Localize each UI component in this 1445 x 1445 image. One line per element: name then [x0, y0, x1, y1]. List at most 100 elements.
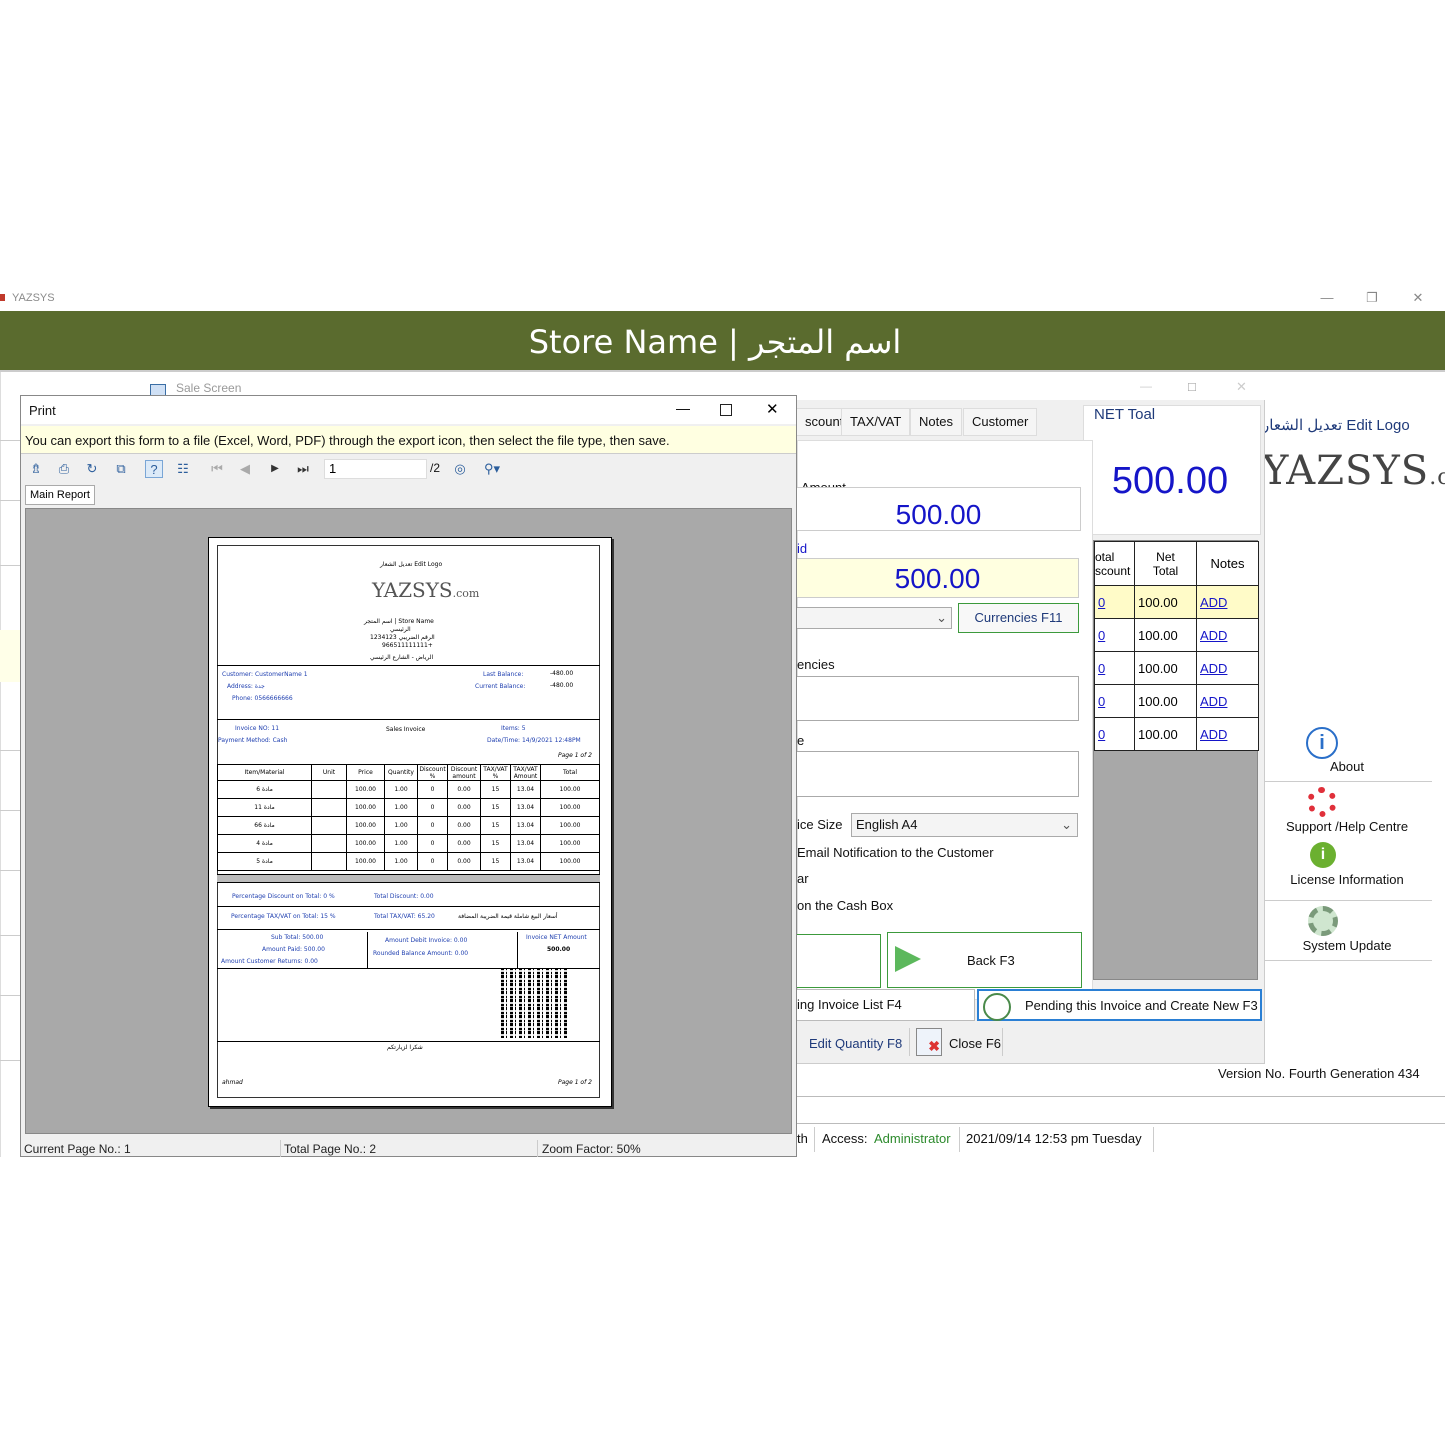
invoice-size-label: ice Size — [797, 817, 843, 832]
divider — [1002, 1028, 1003, 1056]
tree-icon[interactable]: ☷ — [174, 460, 192, 478]
divider — [0, 565, 22, 566]
close-button[interactable]: Close F6 — [949, 1036, 1001, 1051]
gear-icon[interactable] — [1308, 906, 1338, 936]
lifebuoy-icon[interactable] — [1307, 787, 1337, 817]
tab-main-report[interactable]: Main Report — [25, 485, 95, 505]
total-pages-status: Total Page No.: 2 — [284, 1142, 377, 1156]
table-cell: 0.00 — [447, 798, 481, 817]
paid-field[interactable]: 500.00 — [797, 558, 1079, 598]
invoice-vat-note: أسعار البيع شاملة قيمة الضريبة المضافة — [458, 913, 558, 920]
restore-icon[interactable]: ❐ — [1360, 289, 1384, 307]
currencies-field[interactable] — [797, 676, 1079, 721]
close-icon[interactable]: ✕ — [766, 400, 779, 418]
minimize-icon[interactable]: — — [1140, 379, 1152, 393]
divider — [959, 1127, 960, 1152]
pending-invoice-button[interactable]: Pending this Invoice and Create New F3 — [977, 989, 1262, 1021]
license-link[interactable]: License Information — [1262, 872, 1432, 887]
grid-header-discount: otal scount — [1094, 541, 1135, 586]
about-link[interactable]: About — [1262, 759, 1432, 774]
copy-icon[interactable]: ⧉ — [112, 460, 130, 478]
tab-tax-vat[interactable]: TAX/VAT — [841, 408, 911, 436]
minimize-icon[interactable]: — — [1315, 289, 1339, 307]
grid-cell-discount[interactable]: 0 — [1094, 717, 1135, 751]
license-info-icon[interactable]: i — [1310, 842, 1336, 868]
chevron-down-icon: ⌄ — [1061, 817, 1072, 832]
invoice-current-balance-label: Current Balance: — [475, 683, 526, 690]
table-cell: 13.04 — [510, 798, 541, 817]
support-link[interactable]: Support /Help Centre — [1262, 819, 1432, 834]
save-button[interactable] — [797, 934, 881, 988]
table-cell: 100.00 — [540, 852, 600, 871]
table-cell: 1.00 — [384, 816, 418, 835]
store-name: Store Name | اسم المتجر — [528, 323, 902, 361]
close-window-icon[interactable]: ✖ — [916, 1028, 942, 1056]
invoice-customer-address: Address: جدة — [227, 683, 265, 690]
edit-logo-link[interactable]: تعديل الشعار Edit Logo — [1262, 416, 1410, 434]
grid-cell-discount[interactable]: 0 — [1094, 684, 1135, 718]
system-update-link[interactable]: System Update — [1262, 938, 1432, 953]
table-row[interactable]: 0 100.00 ADD — [1094, 684, 1259, 718]
invoice-tax-no: الرقم الضريبي 1234123 — [370, 634, 435, 641]
invoice-brand-suffix: .com — [452, 587, 480, 600]
invoice-size-select[interactable]: English A4 ⌄ — [851, 813, 1078, 837]
invoice-brand-logo: YAZSYS.com — [372, 578, 479, 602]
close-icon[interactable]: ✕ — [1236, 379, 1247, 395]
email-notification-option[interactable]: Email Notification to the Customer — [797, 845, 994, 860]
table-cell: 1.00 — [384, 852, 418, 871]
grid-cell-discount[interactable]: 0 — [1094, 651, 1135, 685]
previous-page-icon[interactable]: ◀ — [236, 460, 254, 478]
add-note-link[interactable]: ADD — [1196, 585, 1259, 619]
divider — [217, 929, 600, 930]
tab-customer[interactable]: Customer — [963, 408, 1038, 436]
invoice-edit-logo: تعديل الشعار Edit Logo — [380, 561, 443, 568]
ar-option[interactable]: ar — [797, 871, 809, 886]
tab-notes[interactable]: Notes — [910, 408, 962, 436]
refresh-icon[interactable]: ↻ — [83, 460, 101, 478]
table-row[interactable]: 0 100.00 ADD — [1094, 717, 1259, 751]
divider — [0, 1060, 22, 1061]
help-icon[interactable]: ? — [145, 460, 163, 478]
maximize-icon[interactable] — [720, 404, 732, 416]
edit-quantity-button[interactable]: Edit Quantity F8 — [809, 1036, 902, 1051]
first-page-icon[interactable]: ⏮ — [208, 460, 226, 478]
divider — [280, 1140, 281, 1157]
minimize-icon[interactable]: — — [676, 400, 690, 416]
table-row[interactable]: 0 100.00 ADD — [1094, 585, 1259, 619]
divider — [0, 810, 22, 811]
app-title: YAZSYS — [12, 292, 55, 304]
binoculars-icon[interactable]: ◎ — [451, 460, 469, 478]
last-page-icon[interactable]: ⏭ — [294, 460, 312, 478]
currency-select[interactable]: ⌄ — [797, 607, 952, 629]
invoice-list-button[interactable]: ing Invoice List F4 — [797, 989, 975, 1021]
table-row[interactable]: 0 100.00 ADD — [1094, 618, 1259, 652]
export-icon[interactable]: ⇯ — [27, 460, 45, 478]
table-cell: 100.00 — [540, 798, 600, 817]
invoice-date: Date/Time: 14/9/2021 12:48PM — [487, 737, 581, 744]
grid-cell-discount[interactable]: 0 — [1094, 585, 1135, 619]
table-cell — [311, 816, 347, 835]
invoice-payment-method: Payment Method: Cash — [218, 737, 288, 744]
grid-cell-net: 100.00 — [1134, 618, 1197, 652]
table-footer-band — [217, 874, 600, 883]
table-cell: 13.04 — [510, 816, 541, 835]
grid-cell-discount[interactable]: 0 — [1094, 618, 1135, 652]
cash-box-option[interactable]: on the Cash Box — [797, 898, 893, 913]
close-icon[interactable]: ✕ — [1406, 289, 1430, 307]
add-note-link[interactable]: ADD — [1196, 651, 1259, 685]
table-header: TAX/VAT Amount — [510, 764, 541, 781]
add-note-link[interactable]: ADD — [1196, 717, 1259, 751]
table-row[interactable]: 0 100.00 ADD — [1094, 651, 1259, 685]
page-number-input[interactable]: 1 — [324, 459, 427, 479]
currencies-button[interactable]: Currencies F11 — [958, 603, 1079, 633]
add-note-link[interactable]: ADD — [1196, 618, 1259, 652]
info-icon[interactable]: i — [1306, 727, 1338, 759]
maximize-icon[interactable]: □ — [1188, 379, 1196, 394]
zoom-icon[interactable]: ⚲▾ — [478, 460, 506, 478]
next-page-icon[interactable]: ▶ — [266, 460, 284, 478]
print-icon[interactable]: ⎙ — [55, 460, 73, 478]
notes-field[interactable] — [797, 751, 1079, 797]
add-note-link[interactable]: ADD — [1196, 684, 1259, 718]
divider — [367, 932, 368, 968]
net-total-label: NET Toal — [1092, 406, 1158, 423]
